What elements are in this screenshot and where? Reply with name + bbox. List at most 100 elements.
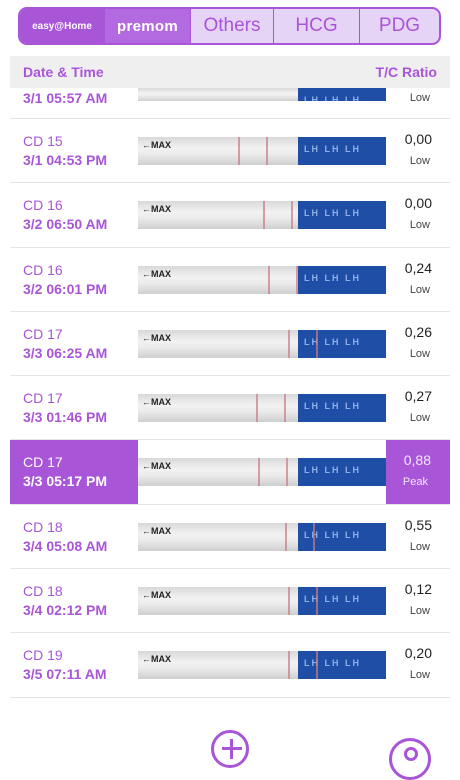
test-line bbox=[256, 394, 258, 423]
control-line bbox=[316, 651, 318, 680]
tc-ratio: 0,55 bbox=[404, 516, 432, 533]
test-line bbox=[238, 137, 240, 165]
tab-pdg[interactable]: PDG bbox=[359, 9, 439, 43]
row-highlight-left bbox=[10, 440, 138, 504]
lh-level: Peak bbox=[402, 476, 428, 489]
test-datetime: 3/1 04:53 PM bbox=[23, 152, 108, 168]
lh-level: Low bbox=[409, 283, 430, 296]
strip-handle bbox=[298, 329, 386, 358]
test-row[interactable]: CD 17 3/3 06:25 AM ←MAX 0,26 Low bbox=[10, 311, 450, 377]
header-tc-ratio: T/C Ratio bbox=[375, 64, 437, 80]
strip-handle bbox=[298, 394, 386, 423]
control-line bbox=[316, 587, 318, 616]
row-highlight-right bbox=[386, 312, 450, 375]
lh-level: Low bbox=[409, 605, 430, 618]
strip-max-label: ←MAX bbox=[142, 654, 171, 665]
strip-max-label: ←MAX bbox=[142, 140, 171, 150]
tab-easy-home[interactable]: easy@Home bbox=[20, 9, 104, 43]
lh-level: Low bbox=[409, 155, 430, 167]
row-highlight-right bbox=[386, 633, 450, 696]
row-highlight-left bbox=[10, 633, 138, 696]
strip-max-label: ←MAX bbox=[142, 525, 171, 536]
test-datetime: 3/5 07:11 AM bbox=[23, 666, 107, 683]
test-line bbox=[288, 587, 290, 616]
test-row[interactable]: CD 17 3/3 01:46 PM ←MAX 0,27 Low bbox=[10, 376, 450, 441]
row-highlight-left bbox=[10, 505, 138, 568]
tab-hcg-label: HCG bbox=[295, 15, 338, 36]
test-row[interactable]: CD 17 3/3 05:17 PM ←MAX 0,88 Peak bbox=[10, 440, 450, 505]
tab-hcg[interactable]: HCG bbox=[273, 9, 359, 43]
tc-ratio: 0,00 bbox=[404, 195, 432, 212]
test-line bbox=[288, 651, 290, 680]
test-row[interactable]: 3/1 05:57 AM Low bbox=[10, 88, 450, 119]
test-strip-image[interactable]: ←MAX bbox=[138, 651, 386, 680]
strip-max-label: ←MAX bbox=[142, 332, 171, 343]
lh-level: Low bbox=[409, 669, 430, 682]
control-line bbox=[313, 522, 315, 551]
tc-ratio: 0,88 bbox=[403, 452, 431, 469]
test-row[interactable]: CD 16 3/2 06:50 AM ←MAX 0,00 Low bbox=[10, 183, 450, 248]
test-strip-image[interactable] bbox=[138, 88, 386, 101]
test-datetime: 3/2 06:50 AM bbox=[23, 216, 108, 233]
test-row[interactable]: CD 19 3/5 07:11 AM ←MAX 0,20 Low bbox=[10, 633, 450, 698]
row-highlight-left bbox=[10, 569, 138, 632]
row-highlight-left bbox=[10, 376, 138, 439]
tab-others[interactable]: Others bbox=[190, 9, 273, 43]
test-row[interactable]: CD 15 3/1 04:53 PM ←MAX 0,00 Low bbox=[10, 119, 450, 184]
tc-ratio: 0,20 bbox=[404, 645, 432, 662]
test-datetime: 3/3 01:46 PM bbox=[23, 409, 108, 426]
cycle-day: CD 17 bbox=[23, 325, 63, 342]
test-datetime: 3/3 05:17 PM bbox=[23, 473, 108, 490]
control-line bbox=[286, 458, 288, 487]
cycle-day: CD 16 bbox=[23, 197, 63, 214]
test-line bbox=[268, 265, 270, 294]
tc-ratio: 0,26 bbox=[404, 323, 432, 340]
test-row[interactable]: CD 18 3/4 05:08 AM ←MAX 0,55 Low bbox=[10, 504, 450, 570]
test-row[interactable]: CD 18 3/4 02:12 PM ←MAX 0,12 Low bbox=[10, 569, 450, 634]
lh-level: Low bbox=[409, 219, 430, 232]
test-line bbox=[263, 201, 265, 230]
control-line bbox=[266, 137, 268, 165]
lh-level: Low bbox=[409, 92, 430, 104]
test-strip-image[interactable]: ←MAX bbox=[138, 587, 386, 616]
tab-premom[interactable]: premom bbox=[104, 9, 190, 43]
test-line bbox=[258, 458, 260, 487]
strip-handle bbox=[298, 265, 386, 294]
test-list[interactable]: 3/1 05:57 AM Low CD 15 3/1 04:53 PM ←MAX 0,00… bbox=[10, 88, 450, 698]
test-strip-image[interactable]: ←MAX bbox=[138, 265, 386, 294]
tc-ratio: 0,24 bbox=[404, 259, 432, 276]
test-datetime: 3/4 05:08 AM bbox=[23, 537, 108, 554]
strip-handle bbox=[298, 587, 386, 616]
strip-max-label: ←MAX bbox=[142, 204, 171, 215]
row-highlight-left bbox=[10, 312, 138, 375]
row-highlight-right bbox=[386, 440, 450, 504]
premom-logo: premom bbox=[117, 17, 178, 35]
settings-icon[interactable] bbox=[389, 738, 431, 780]
add-icon[interactable] bbox=[211, 730, 249, 768]
test-datetime: 3/4 02:12 PM bbox=[23, 602, 108, 619]
test-strip-image[interactable]: ←MAX bbox=[138, 394, 386, 423]
test-datetime: 3/3 06:25 AM bbox=[23, 344, 108, 361]
test-strip-image[interactable]: ←MAX bbox=[138, 522, 386, 551]
cycle-day: CD 16 bbox=[23, 261, 63, 278]
row-highlight-right bbox=[386, 376, 450, 439]
tc-ratio: 0,00 bbox=[404, 131, 432, 147]
cycle-day: CD 17 bbox=[23, 454, 63, 471]
strip-max-label: ←MAX bbox=[142, 590, 171, 601]
strip-handle bbox=[298, 137, 386, 165]
test-row[interactable]: CD 16 3/2 06:01 PM ←MAX 0,24 Low bbox=[10, 247, 450, 312]
test-line bbox=[288, 329, 290, 358]
control-line bbox=[296, 265, 298, 294]
test-strip-image[interactable]: ←MAX bbox=[138, 201, 386, 230]
test-strip-image[interactable]: ←MAX bbox=[138, 458, 386, 487]
tc-ratio: 0,12 bbox=[404, 581, 432, 598]
tab-others-label: Others bbox=[203, 15, 261, 36]
lh-level: Low bbox=[409, 347, 430, 360]
list-header: Date & Time T/C Ratio bbox=[10, 56, 450, 88]
test-strip-image[interactable]: ←MAX bbox=[138, 137, 386, 165]
strip-max-label: ←MAX bbox=[142, 268, 171, 279]
strip-handle bbox=[298, 651, 386, 680]
cycle-day: CD 18 bbox=[23, 583, 63, 600]
lh-level: Low bbox=[409, 540, 430, 553]
test-strip-image[interactable]: ←MAX bbox=[138, 329, 386, 358]
